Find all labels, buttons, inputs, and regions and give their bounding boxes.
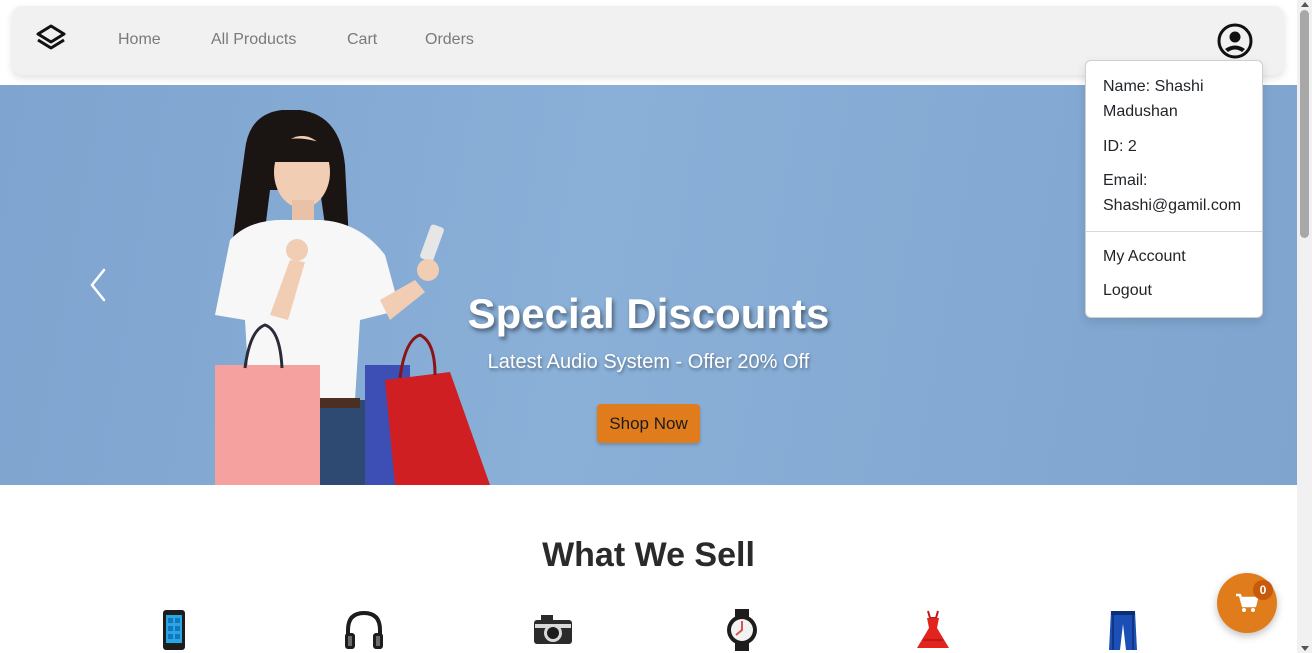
profile-email-value: Shashi@gamil.com bbox=[1103, 197, 1242, 214]
user-avatar-icon[interactable] bbox=[1216, 22, 1254, 60]
nav-link-all-products[interactable]: All Products bbox=[211, 31, 296, 49]
scroll-down-arrow-icon[interactable] bbox=[1301, 646, 1309, 651]
brand-logo-icon[interactable] bbox=[34, 23, 68, 57]
cart-count-badge: 0 bbox=[1253, 580, 1273, 600]
shop-now-button[interactable]: Shop Now bbox=[597, 404, 700, 443]
carousel-prev-icon[interactable] bbox=[80, 265, 116, 305]
scroll-up-arrow-icon[interactable] bbox=[1301, 2, 1309, 7]
headphones-icon[interactable] bbox=[342, 608, 386, 652]
jeans-icon[interactable] bbox=[1101, 608, 1145, 652]
profile-email: Email: Shashi@gamil.com bbox=[1103, 168, 1241, 218]
scrollbar-thumb[interactable] bbox=[1300, 10, 1309, 238]
menu-item-my-account[interactable]: My Account bbox=[1103, 248, 1186, 266]
phone-icon[interactable] bbox=[152, 608, 196, 652]
camera-icon[interactable] bbox=[531, 608, 575, 652]
profile-email-label: Email: bbox=[1103, 172, 1148, 189]
profile-id: ID: 2 bbox=[1103, 138, 1137, 155]
hero-subtitle: Latest Audio System - Offer 20% Off bbox=[487, 351, 810, 373]
profile-name-line1: Name: Shashi bbox=[1103, 78, 1204, 95]
dropdown-divider bbox=[1086, 231, 1262, 232]
profile-name-line2: Madushan bbox=[1103, 103, 1178, 120]
profile-name: Name: Shashi Madushan bbox=[1103, 74, 1204, 124]
section-title: What We Sell bbox=[542, 536, 755, 574]
nav-link-cart[interactable]: Cart bbox=[347, 31, 377, 49]
nav-link-home[interactable]: Home bbox=[118, 31, 161, 49]
dress-icon[interactable] bbox=[911, 608, 955, 652]
nav-link-orders[interactable]: Orders bbox=[425, 31, 474, 49]
hero-title: Special Discounts bbox=[467, 290, 830, 337]
profile-dropdown: Name: Shashi Madushan ID: 2 Email: Shash… bbox=[1085, 60, 1263, 318]
menu-item-logout[interactable]: Logout bbox=[1103, 282, 1152, 300]
watch-icon[interactable] bbox=[720, 608, 764, 652]
